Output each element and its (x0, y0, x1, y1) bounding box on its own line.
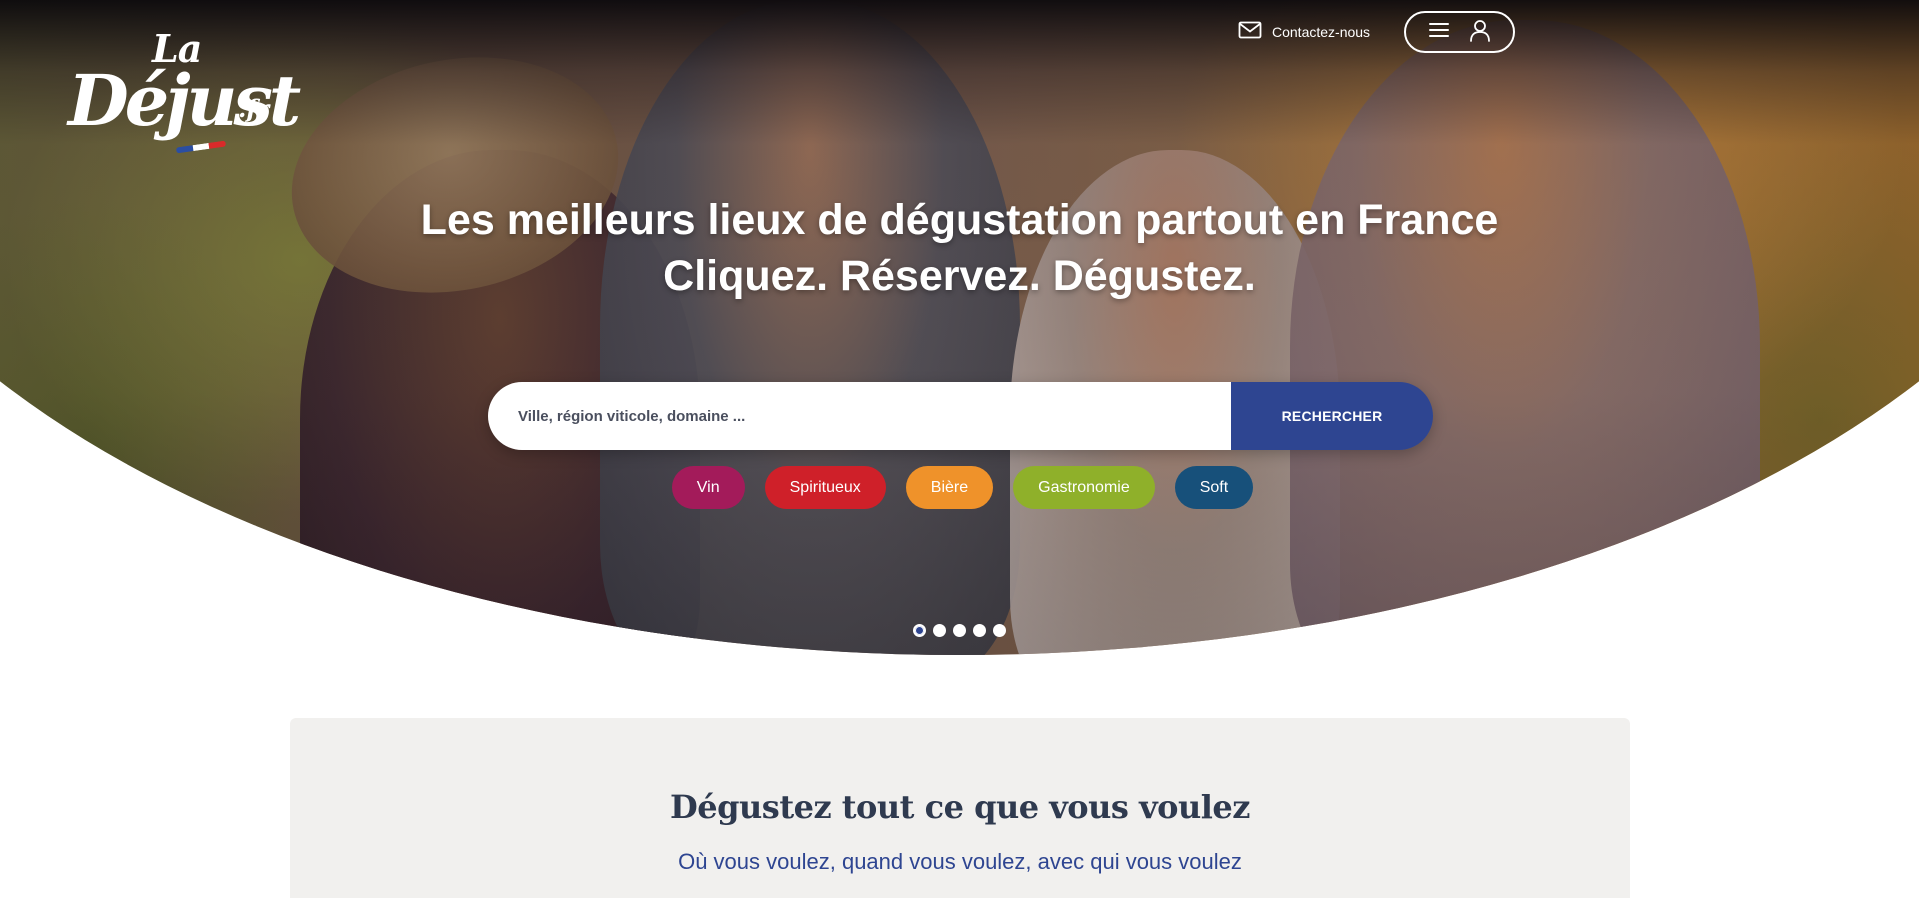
flag-red (208, 140, 227, 149)
hero-headline: Les meilleurs lieux de dégustation parto… (0, 192, 1919, 304)
category-chips: Vin Spiritueux Bière Gastronomie Soft (0, 466, 1919, 509)
carousel-dot[interactable] (933, 624, 946, 637)
intro-title: Dégustez tout ce que vous voulez (670, 788, 1250, 826)
carousel-dot[interactable] (953, 624, 966, 637)
search-form: RECHERCHER (488, 382, 1433, 450)
flag-white (192, 142, 210, 152)
logo-flag (175, 140, 227, 154)
intro-subtitle: Où vous voulez, quand vous voulez, avec … (678, 849, 1242, 874)
contact-label: Contactez-nous (1272, 23, 1371, 40)
hamburger-icon[interactable] (1427, 18, 1451, 47)
category-chip-soft[interactable]: Soft (1174, 466, 1254, 509)
user-icon[interactable] (1468, 18, 1492, 47)
hero-headline-line1: Les meilleurs lieux de dégustation parto… (420, 196, 1499, 244)
envelope-icon (1238, 21, 1262, 42)
hero-headline-line2: Cliquez. Réservez. Dégustez. (663, 252, 1256, 300)
carousel-dot[interactable] (993, 624, 1006, 637)
intro-card: Dégustez tout ce que vous voulez Où vous… (290, 718, 1630, 898)
carousel-dot[interactable] (973, 624, 986, 637)
category-chip-spiritueux[interactable]: Spiritueux (764, 466, 886, 509)
logo-tld-text: .fr (238, 94, 270, 123)
site-logo[interactable]: La Déjust .fr (68, 26, 301, 166)
carousel-dot[interactable] (913, 624, 926, 637)
menu-account-button[interactable] (1404, 11, 1515, 53)
category-chip-vin[interactable]: Vin (671, 466, 745, 509)
category-chip-gastronomie[interactable]: Gastronomie (1013, 466, 1155, 509)
carousel-dots (913, 624, 1006, 637)
category-chip-biere[interactable]: Bière (905, 466, 994, 509)
flag-blue (175, 145, 194, 154)
search-button[interactable]: RECHERCHER (1231, 382, 1433, 450)
search-input[interactable] (488, 382, 1231, 450)
contact-link[interactable]: Contactez-nous (1238, 21, 1370, 42)
